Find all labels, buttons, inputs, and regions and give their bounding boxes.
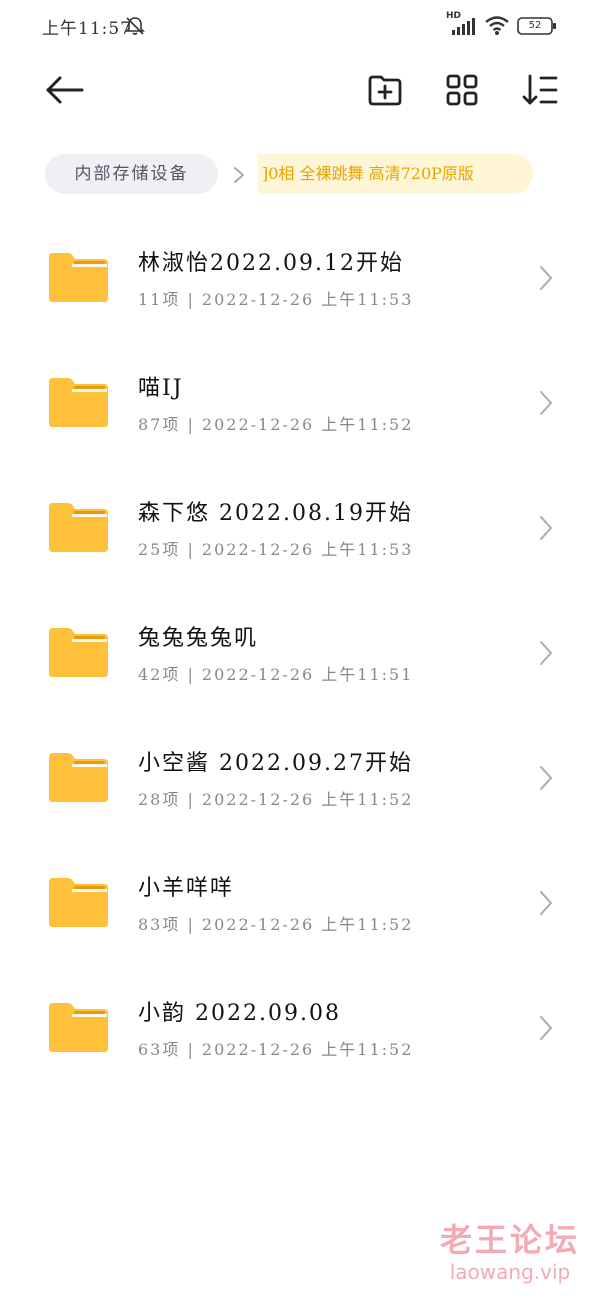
sort-icon[interactable] [520, 70, 560, 110]
folder-icon [49, 378, 108, 427]
grid-view-icon[interactable] [442, 70, 482, 110]
folder-meta: 83项 | 2022-12-26 上午11:52 [138, 915, 414, 934]
chevron-right-icon [234, 167, 244, 183]
wifi-icon [485, 16, 509, 35]
folder-meta: 63项 | 2022-12-26 上午11:52 [138, 1040, 414, 1059]
list-item[interactable]: 林淑怡2022.09.12开始 11项 | 2022-12-26 上午11:53 [0, 215, 599, 340]
folder-icon [49, 253, 108, 302]
folder-meta: 42项 | 2022-12-26 上午11:51 [138, 665, 414, 684]
list-item[interactable]: 喵IJ 87项 | 2022-12-26 上午11:52 [0, 340, 599, 465]
list-item[interactable]: 小韵 2022.09.08 63项 | 2022-12-26 上午11:52 [0, 965, 599, 1090]
new-folder-icon[interactable] [365, 70, 405, 110]
folder-meta: 11项 | 2022-12-26 上午11:53 [138, 290, 414, 309]
chevron-right-icon [540, 641, 552, 665]
back-arrow-icon[interactable] [40, 70, 88, 110]
list-item[interactable]: 森下悠 2022.08.19开始 25项 | 2022-12-26 上午11:5… [0, 465, 599, 590]
list-item[interactable]: 兔兔兔兔叽 42项 | 2022-12-26 上午11:51 [0, 590, 599, 715]
toolbar [0, 60, 599, 120]
folder-name: 小空酱 2022.09.27开始 [138, 751, 413, 776]
list-item[interactable]: 小空酱 2022.09.27开始 28项 | 2022-12-26 上午11:5… [0, 715, 599, 840]
folder-name: 喵IJ [138, 376, 184, 401]
folder-icon [49, 503, 108, 552]
folder-meta: 25项 | 2022-12-26 上午11:53 [138, 540, 414, 559]
watermark-title: 老王论坛 [439, 1221, 580, 1259]
folder-icon [49, 1003, 108, 1052]
folder-icon [49, 753, 108, 802]
chevron-right-icon [540, 1016, 552, 1040]
watermark-url: laowang.vip [449, 1260, 571, 1284]
chevron-right-icon [540, 516, 552, 540]
folder-meta: 28项 | 2022-12-26 上午11:52 [138, 790, 414, 809]
do-not-disturb-off-icon [125, 17, 145, 35]
folder-name: 森下悠 2022.08.19开始 [138, 501, 413, 526]
folder-list: 林淑怡2022.09.12开始 11项 | 2022-12-26 上午11:53… [0, 215, 599, 1090]
watermark: 老王论坛 laowang.vip [430, 1220, 590, 1284]
folder-icon [49, 628, 108, 677]
chevron-right-icon [540, 891, 552, 915]
signal-icon [452, 18, 475, 35]
breadcrumb-current[interactable]: ]0相 全裸跳舞 高清720P原版 [258, 154, 533, 194]
breadcrumb-root[interactable]: 内部存储设备 [45, 154, 218, 194]
chevron-right-icon [540, 766, 552, 790]
chevron-right-icon [540, 266, 552, 290]
folder-icon [49, 878, 108, 927]
battery-level: 52 [528, 20, 542, 31]
folder-meta: 87项 | 2022-12-26 上午11:52 [138, 415, 414, 434]
list-item[interactable]: 小羊咩咩 83项 | 2022-12-26 上午11:52 [0, 840, 599, 965]
folder-name: 林淑怡2022.09.12开始 [138, 251, 404, 276]
battery-icon: 52 [517, 16, 557, 36]
status-time: 上午11:57 [42, 19, 132, 39]
folder-name: 小羊咩咩 [138, 876, 235, 901]
breadcrumb: 内部存储设备 ]0相 全裸跳舞 高清720P原版 [0, 152, 599, 198]
folder-name: 小韵 2022.09.08 [138, 1001, 341, 1026]
folder-name: 兔兔兔兔叽 [138, 626, 259, 651]
status-bar: 上午11:57 HD 52 [0, 0, 599, 56]
chevron-right-icon [540, 391, 552, 415]
